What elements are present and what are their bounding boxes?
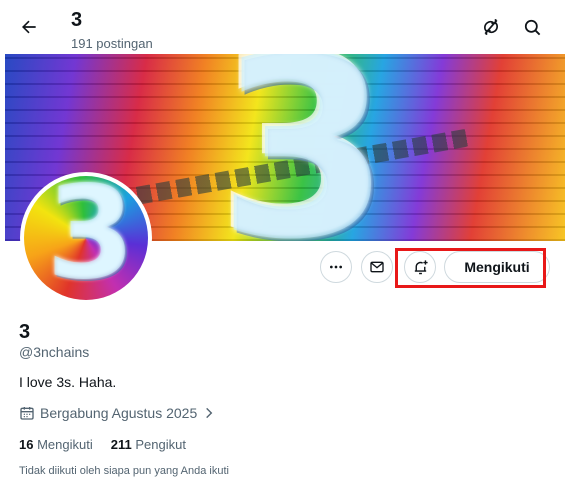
join-date[interactable]: Bergabung Agustus 2025 (19, 405, 216, 421)
more-options-button[interactable] (320, 251, 352, 283)
top-bar: 3 191 postingan (0, 0, 570, 54)
avatar[interactable]: 3 (24, 176, 148, 300)
profile-stats: 16 Mengikuti 211 Pengikut (19, 437, 186, 452)
following-label: Mengikuti (37, 437, 93, 452)
back-button[interactable] (14, 12, 44, 42)
chevron-right-icon (202, 406, 216, 420)
followers-link[interactable]: 211 Pengikut (111, 437, 186, 452)
following-count: 16 (19, 437, 34, 452)
search-icon (523, 18, 542, 37)
following-link[interactable]: 16 Mengikuti (19, 437, 93, 452)
avatar-three-graphic: 3 (46, 176, 136, 300)
more-icon (328, 259, 344, 275)
join-date-label: Bergabung Agustus 2025 (40, 405, 198, 421)
page-title: 3 (71, 9, 83, 31)
mail-icon (369, 259, 385, 275)
profile-bio: I love 3s. Haha. (19, 374, 117, 390)
profile-name: 3 (19, 321, 31, 343)
banner-three-graphic: 3 (217, 54, 391, 241)
message-button[interactable] (361, 251, 393, 283)
header-title-block: 3 191 postingan (71, 9, 153, 52)
followers-count: 211 (110, 437, 132, 452)
followers-label: Pengikut (135, 437, 186, 452)
search-button[interactable] (518, 13, 546, 41)
avatar-ring[interactable]: 3 (20, 172, 152, 304)
profile-handle: @3nchains (19, 344, 90, 360)
refresh-icon (481, 17, 501, 37)
highlight-annotation (395, 248, 546, 288)
back-arrow-icon (19, 17, 39, 37)
calendar-icon (19, 405, 35, 421)
mutual-followers-note: Tidak diikuti oleh siapa pun yang Anda i… (19, 465, 229, 477)
post-count: 191 postingan (71, 36, 153, 51)
refresh-button[interactable] (477, 13, 505, 41)
